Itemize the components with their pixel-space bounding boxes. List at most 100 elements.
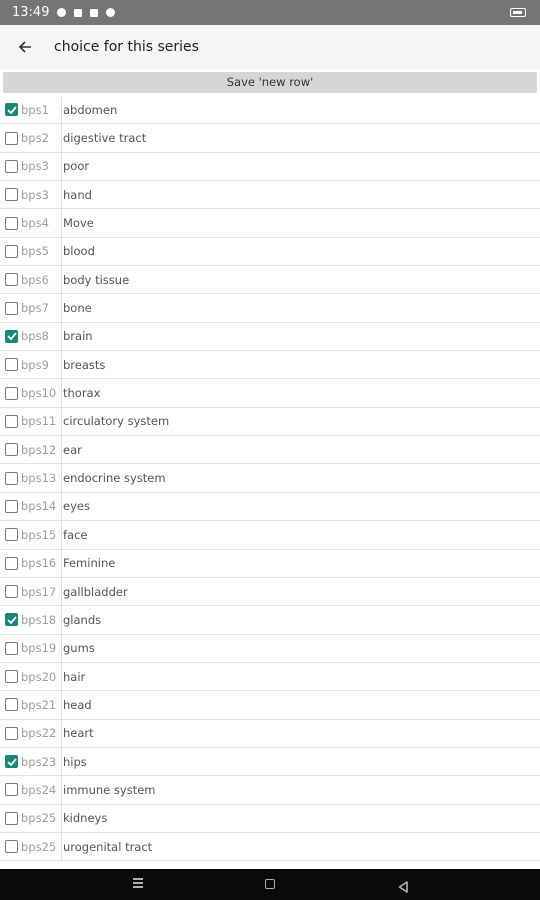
- checkbox[interactable]: [5, 698, 18, 712]
- item-code: bps24: [21, 775, 62, 804]
- item-label: hips: [63, 754, 87, 769]
- item-code: bps9: [21, 350, 62, 379]
- checkbox[interactable]: [5, 670, 18, 684]
- navigation-bar: [0, 869, 540, 900]
- checkbox[interactable]: [5, 131, 18, 145]
- item-code: bps20: [21, 662, 62, 691]
- checkbox[interactable]: [5, 159, 18, 173]
- checkbox[interactable]: [5, 358, 18, 372]
- checkbox[interactable]: [5, 386, 18, 400]
- list-item[interactable]: bps2 digestive tract: [0, 124, 540, 153]
- list-item[interactable]: bps22 heart: [0, 719, 540, 748]
- item-label: endocrine system: [63, 471, 166, 486]
- checkbox[interactable]: [5, 273, 18, 287]
- list-item[interactable]: bps13 endocrine system: [0, 464, 540, 493]
- list-item[interactable]: bps3 hand: [0, 180, 540, 210]
- list-item[interactable]: bps11 circulatory system: [0, 407, 540, 437]
- checkbox[interactable]: [5, 726, 18, 740]
- item-code: bps10: [21, 379, 62, 408]
- body-part-list: bps1 abdomen bps2 digestive tract bps3 poor bp…: [0, 95, 540, 862]
- notification-icon: [106, 8, 116, 17]
- list-item[interactable]: bps1 abdomen: [0, 95, 540, 125]
- item-label: urogenital tract: [63, 839, 153, 854]
- list-item[interactable]: bps4 Move: [0, 209, 540, 238]
- item-label: poor: [63, 159, 90, 174]
- checkbox[interactable]: [5, 414, 18, 428]
- item-code: bps17: [21, 577, 62, 606]
- item-code: bps16: [21, 549, 62, 578]
- back-arrow-icon[interactable]: [13, 35, 37, 59]
- item-code: bps25: [21, 832, 62, 861]
- list-item[interactable]: bps5 blood: [0, 237, 540, 267]
- item-label: kidneys: [63, 811, 108, 826]
- list-item[interactable]: bps25 kidneys: [0, 804, 540, 833]
- item-label: Move: [63, 216, 94, 231]
- item-code: bps7: [21, 294, 62, 323]
- item-code: bps4: [21, 209, 62, 238]
- battery-icon: [510, 8, 526, 17]
- list-item[interactable]: bps20 hair: [0, 662, 540, 692]
- item-label: glands: [63, 612, 102, 627]
- back-icon[interactable]: [398, 878, 408, 897]
- save-new-row-button[interactable]: Save 'new row': [3, 72, 537, 93]
- item-label: circulatory system: [63, 414, 170, 429]
- item-label: thorax: [63, 386, 101, 401]
- list-item[interactable]: bps19 gums: [0, 634, 540, 663]
- item-code: bps22: [21, 719, 62, 748]
- list-item[interactable]: bps17 gallbladder: [0, 577, 540, 607]
- notification-icon: [74, 8, 83, 17]
- checkbox[interactable]: [5, 840, 18, 854]
- list-item[interactable]: bps24 immune system: [0, 775, 540, 805]
- item-label: heart: [63, 726, 94, 741]
- list-item[interactable]: bps16 Feminine: [0, 549, 540, 578]
- checkbox[interactable]: [5, 613, 18, 627]
- list-item[interactable]: bps6 body tissue: [0, 265, 540, 295]
- checkbox[interactable]: [5, 641, 18, 655]
- checkbox[interactable]: [5, 188, 18, 202]
- item-code: bps18: [21, 605, 62, 634]
- status-time: 13:49: [12, 5, 50, 20]
- status-bar: 13:49: [0, 0, 540, 25]
- checkbox[interactable]: [5, 471, 18, 485]
- item-code: bps19: [21, 634, 62, 663]
- checkbox[interactable]: [5, 499, 18, 513]
- list-item[interactable]: bps7 bone: [0, 294, 540, 323]
- checkbox[interactable]: [5, 244, 18, 258]
- item-label: body tissue: [63, 272, 130, 287]
- checkbox[interactable]: [5, 528, 18, 542]
- item-code: bps14: [21, 492, 62, 521]
- home-icon[interactable]: [265, 879, 275, 889]
- checkbox[interactable]: [5, 556, 18, 570]
- item-code: bps12: [21, 435, 62, 464]
- list-item[interactable]: bps23 hips: [0, 747, 540, 777]
- recent-apps-icon[interactable]: [133, 878, 143, 890]
- list-item[interactable]: bps21 head: [0, 690, 540, 720]
- list-item[interactable]: bps18 glands: [0, 605, 540, 635]
- checkbox[interactable]: [5, 783, 18, 797]
- checkbox[interactable]: [5, 301, 18, 315]
- list-item[interactable]: bps12 ear: [0, 435, 540, 465]
- checkbox[interactable]: [5, 329, 18, 343]
- list-item[interactable]: bps15 face: [0, 520, 540, 550]
- item-label: blood: [63, 244, 95, 259]
- checkbox[interactable]: [5, 103, 18, 117]
- item-label: gallbladder: [63, 584, 128, 599]
- list-item[interactable]: bps3 poor: [0, 152, 540, 182]
- checkbox[interactable]: [5, 216, 18, 230]
- list-item[interactable]: bps9 breasts: [0, 350, 540, 380]
- item-label: brain: [63, 329, 93, 344]
- list-item[interactable]: bps10 thorax: [0, 379, 540, 408]
- item-code: bps3: [21, 180, 62, 209]
- list-item[interactable]: bps25 urogenital tract: [0, 832, 540, 862]
- item-label: ear: [63, 442, 82, 457]
- checkbox[interactable]: [5, 811, 18, 825]
- page-title: choice for this series: [54, 39, 199, 55]
- item-code: bps5: [21, 237, 62, 266]
- checkbox[interactable]: [5, 755, 18, 769]
- item-label: digestive tract: [63, 131, 147, 146]
- checkbox[interactable]: [5, 443, 18, 457]
- list-item[interactable]: bps8 brain: [0, 322, 540, 352]
- checkbox[interactable]: [5, 585, 18, 599]
- item-code: bps23: [21, 747, 62, 776]
- list-item[interactable]: bps14 eyes: [0, 492, 540, 522]
